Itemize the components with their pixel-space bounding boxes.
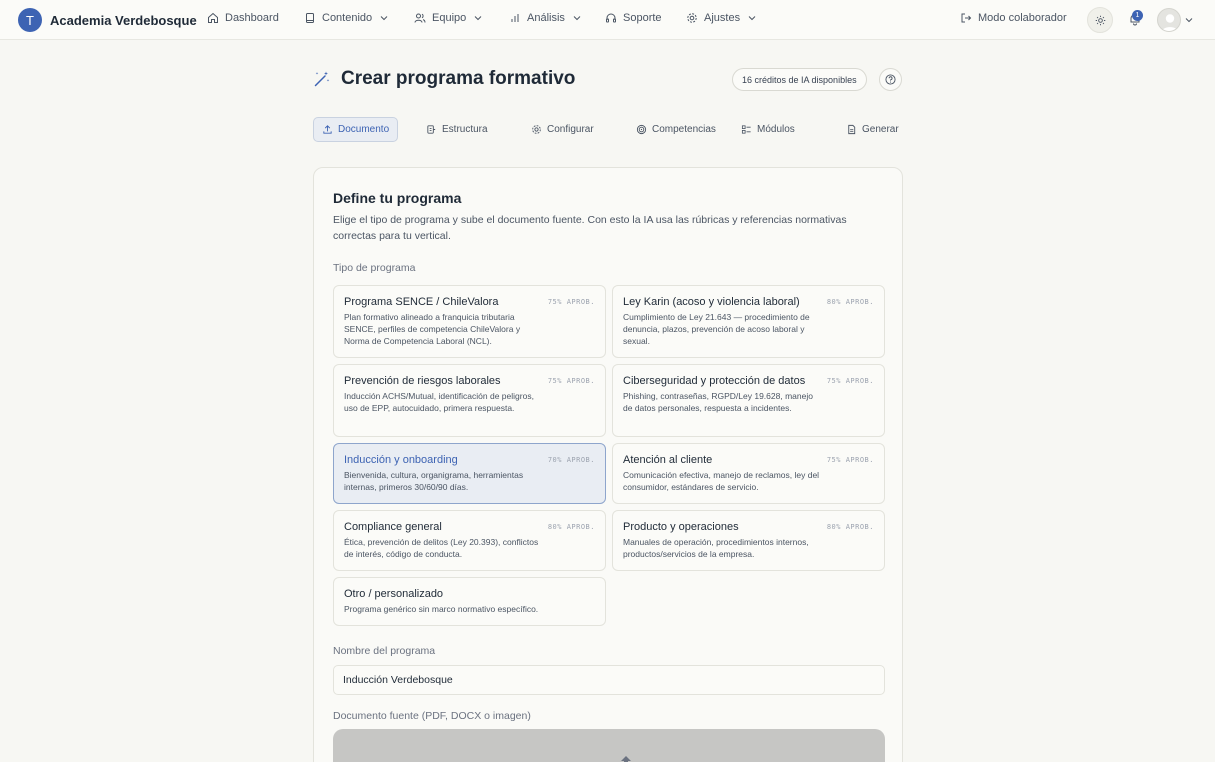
nav-label: Análisis bbox=[527, 12, 565, 24]
upload-arrow-icon bbox=[621, 756, 631, 762]
nav-equipo[interactable]: Equipo bbox=[414, 12, 482, 24]
program-type-option-producto[interactable]: Producto y operaciones 80% APROB. Manual… bbox=[612, 510, 885, 571]
option-description: Comunicación efectiva, manejo de reclamo… bbox=[623, 470, 820, 492]
program-type-option-otro[interactable]: Otro / personalizado Programa genérico s… bbox=[333, 577, 606, 626]
step-label: Competencias bbox=[652, 124, 716, 135]
nav-contenido[interactable]: Contenido bbox=[304, 12, 388, 24]
option-description: Programa genérico sin marco normativo es… bbox=[344, 604, 539, 614]
option-description: Inducción ACHS/Mutual, identificación de… bbox=[344, 391, 534, 413]
step-configurar[interactable]: Configurar bbox=[523, 117, 602, 142]
logout-icon bbox=[961, 13, 972, 23]
option-description: Ética, prevención de delitos (Ley 20.393… bbox=[344, 537, 539, 559]
source-document-label: Documento fuente (PDF, DOCX o imagen) bbox=[333, 710, 531, 722]
headset-icon bbox=[606, 13, 616, 23]
ai-credits-badge: 16 créditos de IA disponibles bbox=[732, 68, 867, 91]
step-generar[interactable]: Generar bbox=[838, 117, 907, 142]
step-modulos[interactable]: Módulos bbox=[733, 117, 803, 142]
chevron-down-icon bbox=[573, 16, 581, 21]
chevron-down-icon bbox=[748, 16, 756, 21]
option-description: Bienvenida, cultura, organigrama, herram… bbox=[344, 470, 524, 492]
structure-icon bbox=[427, 125, 436, 134]
nav-label: Soporte bbox=[623, 12, 662, 24]
step-label: Generar bbox=[862, 124, 899, 135]
step-documento[interactable]: Documento bbox=[313, 117, 399, 142]
theme-toggle-button[interactable] bbox=[1087, 7, 1113, 33]
user-avatar-icon bbox=[1161, 14, 1179, 31]
gear-icon bbox=[532, 125, 541, 134]
document-icon bbox=[848, 124, 856, 135]
program-type-option-atencion-cliente[interactable]: Atención al cliente 75% APROB. Comunicac… bbox=[612, 443, 885, 504]
brand[interactable]: T Academia Verdebosque bbox=[18, 8, 197, 32]
brand-name: Academia Verdebosque bbox=[50, 12, 197, 28]
program-definition-card: Define tu programa Elige el tipo de prog… bbox=[313, 167, 903, 762]
sun-icon bbox=[1095, 15, 1105, 25]
list-icon bbox=[741, 125, 751, 134]
page-header: Crear programa formativo bbox=[313, 68, 575, 90]
chevron-down-icon bbox=[474, 16, 482, 21]
option-approval-rate: 70% APROB. bbox=[547, 456, 595, 464]
home-icon bbox=[208, 12, 218, 23]
program-type-option-onboarding[interactable]: Inducción y onboarding 70% APROB. Bienve… bbox=[333, 443, 606, 504]
program-type-label: Tipo de programa bbox=[333, 262, 416, 274]
book-icon bbox=[306, 13, 314, 23]
card-title: Define tu programa bbox=[333, 190, 462, 206]
program-type-option-ciberseguridad[interactable]: Ciberseguridad y protección de datos 75%… bbox=[612, 364, 885, 437]
option-description: Phishing, contraseñas, RGPD/Ley 19.628, … bbox=[623, 391, 813, 413]
help-button[interactable] bbox=[879, 68, 902, 91]
option-approval-rate: 75% APROB. bbox=[826, 456, 874, 464]
program-name-input[interactable]: Inducción Verdebosque bbox=[333, 665, 885, 695]
option-description: Manuales de operación, procedimientos in… bbox=[623, 537, 809, 559]
nav-soporte[interactable]: Soporte bbox=[605, 12, 662, 24]
option-approval-rate: 75% APROB. bbox=[826, 377, 874, 385]
help-icon bbox=[885, 74, 896, 85]
program-type-option-compliance[interactable]: Compliance general 80% APROB. Ética, pre… bbox=[333, 510, 606, 571]
magic-wand-icon bbox=[314, 71, 330, 87]
program-type-option-sence[interactable]: Programa SENCE / ChileValora 75% APROB. … bbox=[333, 285, 606, 358]
nav-analisis[interactable]: Análisis bbox=[509, 12, 581, 24]
chevron-down-icon bbox=[380, 16, 388, 21]
brand-logo: T bbox=[18, 8, 42, 32]
step-label: Módulos bbox=[757, 124, 795, 135]
collaborator-mode-label: Modo colaborador bbox=[978, 12, 1067, 24]
nav-ajustes[interactable]: Ajustes bbox=[686, 12, 756, 24]
gear-icon bbox=[687, 13, 697, 23]
step-competencias[interactable]: Competencias bbox=[628, 117, 724, 142]
card-description: Elige el tipo de programa y sube el docu… bbox=[333, 214, 847, 242]
top-navbar: T Academia Verdebosque Dashboard Conteni… bbox=[0, 0, 1215, 40]
nav-label: Ajustes bbox=[704, 12, 741, 24]
nav-label: Dashboard bbox=[225, 12, 279, 24]
option-description: Plan formativo alineado a franquicia tri… bbox=[344, 312, 521, 346]
users-icon bbox=[414, 13, 426, 23]
nav-dashboard[interactable]: Dashboard bbox=[207, 12, 279, 24]
option-description: Cumplimiento de Ley 21.643 — procedimien… bbox=[623, 312, 810, 346]
notification-badge: 1 bbox=[1132, 10, 1143, 21]
step-label: Estructura bbox=[442, 124, 488, 135]
collaborator-mode-link[interactable]: Modo colaborador bbox=[960, 12, 1067, 24]
option-approval-rate: 80% APROB. bbox=[826, 523, 874, 531]
chevron-down-icon[interactable] bbox=[1185, 16, 1193, 24]
option-title: Otro / personalizado bbox=[344, 588, 444, 600]
step-label: Configurar bbox=[547, 124, 594, 135]
target-icon bbox=[636, 124, 647, 135]
avatar[interactable] bbox=[1157, 8, 1181, 32]
upload-icon bbox=[323, 125, 332, 134]
nav-label: Contenido bbox=[322, 12, 373, 24]
program-name-label: Nombre del programa bbox=[333, 645, 436, 657]
program-type-option-ley-karin[interactable]: Ley Karin (acoso y violencia laboral) 80… bbox=[612, 285, 885, 358]
page-title: Crear programa formativo bbox=[341, 68, 576, 89]
option-approval-rate: 80% APROB. bbox=[826, 298, 874, 306]
bar-chart-icon bbox=[511, 14, 519, 22]
step-estructura[interactable]: Estructura bbox=[418, 117, 496, 142]
step-label: Documento bbox=[338, 124, 390, 135]
source-document-dropzone[interactable] bbox=[333, 729, 885, 762]
nav-label: Equipo bbox=[432, 12, 467, 24]
option-approval-rate: 75% APROB. bbox=[547, 377, 595, 385]
option-approval-rate: 80% APROB. bbox=[547, 523, 595, 531]
option-approval-rate: 75% APROB. bbox=[547, 298, 595, 306]
program-type-option-riesgos[interactable]: Prevención de riesgos laborales 75% APRO… bbox=[333, 364, 606, 437]
